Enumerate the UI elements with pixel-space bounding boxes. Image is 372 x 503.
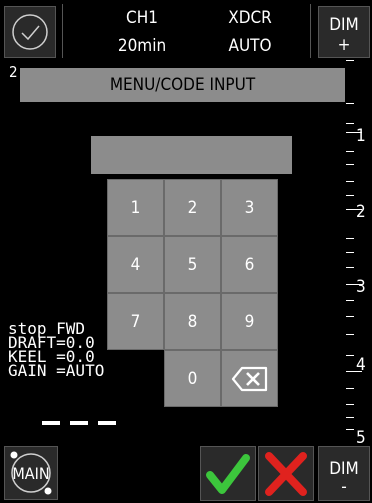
key-5[interactable]: 5 — [164, 236, 221, 293]
checkmark-icon — [206, 454, 250, 494]
dim-down-button[interactable]: DIM - — [318, 446, 370, 501]
scale-label: 1 — [356, 126, 366, 146]
key-3[interactable]: 3 — [221, 179, 278, 236]
key-9[interactable]: 9 — [221, 293, 278, 350]
range-value[interactable]: 20min — [97, 37, 187, 55]
main-button[interactable]: MAIN — [4, 446, 58, 500]
backspace-button[interactable] — [221, 350, 278, 407]
dash — [98, 421, 116, 425]
dim-up-sign: + — [337, 35, 351, 55]
check-circle-icon — [12, 14, 48, 50]
dash — [42, 421, 60, 425]
key-6[interactable]: 6 — [221, 236, 278, 293]
divider — [310, 4, 311, 58]
scale-label: 3 — [356, 277, 366, 297]
key-4[interactable]: 4 — [107, 236, 164, 293]
dash — [70, 421, 88, 425]
transducer-label: XDCR — [228, 8, 272, 28]
channel-label: CH1 — [126, 8, 158, 28]
code-input-field[interactable] — [91, 136, 292, 174]
main-button-label: MAIN — [12, 464, 50, 483]
key-8[interactable]: 8 — [164, 293, 221, 350]
scale-label: 2 — [356, 202, 366, 222]
cancel-button[interactable] — [258, 446, 314, 501]
dim-up-button[interactable]: DIM + — [318, 6, 370, 58]
range-marker: 2 — [9, 63, 18, 81]
status-line-gain: GAIN =AUTO — [8, 361, 105, 380]
key-7[interactable]: 7 — [107, 293, 164, 350]
divider — [62, 4, 63, 58]
transducer-mode[interactable]: AUTO — [220, 37, 280, 55]
x-icon — [265, 452, 307, 496]
backspace-icon — [231, 366, 267, 391]
dim-up-label: DIM — [329, 15, 359, 35]
dim-down-label: DIM — [329, 459, 359, 479]
depth-scale: 1 2 3 4 5 — [340, 60, 372, 448]
menu-title: MENU/CODE INPUT — [20, 68, 345, 102]
key-0[interactable]: 0 — [164, 350, 221, 407]
key-2[interactable]: 2 — [164, 179, 221, 236]
status-button[interactable] — [4, 6, 56, 58]
key-1[interactable]: 1 — [107, 179, 164, 236]
dim-down-sign: - — [341, 477, 347, 497]
scale-label: 5 — [356, 428, 366, 448]
confirm-button[interactable] — [200, 446, 256, 501]
scale-label: 4 — [356, 355, 366, 375]
